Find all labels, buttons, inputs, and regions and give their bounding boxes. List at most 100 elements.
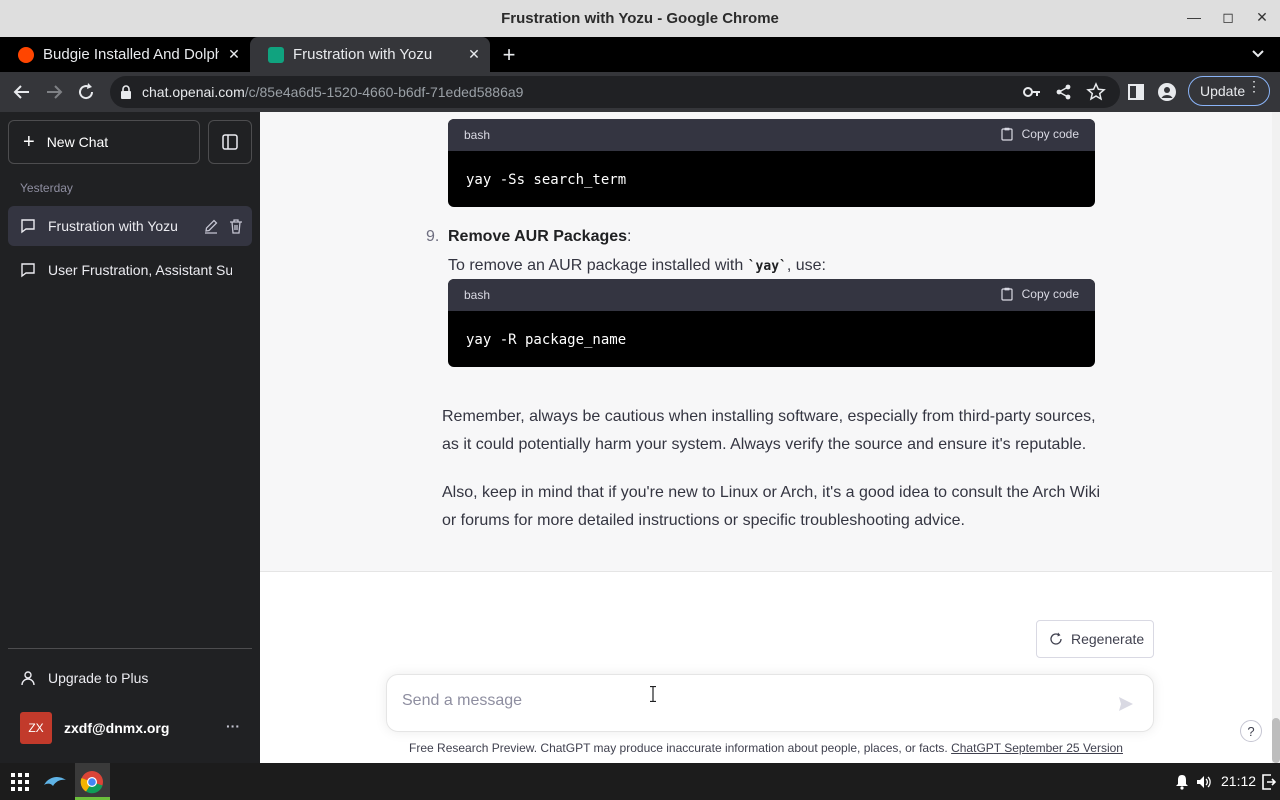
bookmark-star-icon[interactable] (1086, 82, 1106, 102)
assistant-message: bash Copy code yay -Ss search_term 9. Re… (260, 112, 1272, 572)
share-icon[interactable] (1054, 82, 1074, 102)
text-cursor-icon (650, 686, 656, 702)
logout-icon[interactable] (1262, 774, 1276, 790)
tab-search-icon[interactable] (1250, 45, 1266, 61)
tab-frustration[interactable]: Frustration with Yozu ✕ (250, 37, 490, 72)
chrome-icon[interactable] (78, 768, 106, 796)
toggle-sidebar-button[interactable] (208, 120, 252, 164)
delete-icon[interactable] (228, 218, 244, 234)
code-header: bash Copy code (448, 119, 1095, 151)
code-language: bash (464, 288, 491, 302)
list-item-title: Remove AUR Packages: (448, 228, 632, 246)
code-content: yay -R package_name (466, 332, 627, 348)
more-vert-icon[interactable]: ⋮ (1247, 79, 1261, 93)
profile-icon[interactable] (1157, 82, 1177, 102)
url-path: /c/85e4a6d5-1520-4660-b6df-71eded5886a9 (244, 84, 524, 100)
key-icon[interactable] (1022, 82, 1042, 102)
sidebar-toggle-icon (222, 134, 238, 150)
clock[interactable]: 21:12 (1221, 773, 1256, 789)
new-chat-button[interactable]: + New Chat (8, 120, 200, 164)
copy-code-label: Copy code (1021, 127, 1079, 141)
refresh-icon (1050, 632, 1062, 645)
reddit-icon (18, 46, 34, 63)
edit-icon[interactable] (203, 218, 219, 234)
inline-code: `yay` (747, 259, 787, 274)
user-email: zxdf@dnmx.org (64, 720, 170, 736)
message-input-box[interactable] (386, 674, 1154, 732)
code-block: bash Copy code yay -Ss search_term (448, 119, 1095, 207)
side-panel-icon[interactable] (1126, 82, 1146, 102)
back-icon[interactable] (10, 80, 34, 104)
list-number: 9. (426, 228, 440, 245)
openai-icon (268, 46, 284, 63)
reload-icon[interactable] (74, 80, 98, 104)
tab-label: Budgie Installed And Dolphin (43, 46, 219, 63)
address-bar[interactable]: chat.openai.com/c/85e4a6d5-1520-4660-b6d… (110, 76, 1120, 108)
list-text-after: , use: (786, 257, 826, 274)
clipboard-icon (1001, 127, 1013, 141)
notification-bell-icon[interactable] (1175, 774, 1189, 790)
message-paragraph: Remember, always be cautious when instal… (442, 408, 1096, 453)
sidebar: + New Chat Yesterday Frustration with Yo… (0, 112, 260, 763)
new-tab-icon[interactable]: + (498, 42, 520, 68)
update-label: Update (1200, 83, 1246, 99)
window-titlebar: Frustration with Yozu - Google Chrome — … (0, 0, 1280, 37)
scrollbar-thumb[interactable] (1272, 718, 1280, 763)
tab-strip: Budgie Installed And Dolphin ✕ Frustrati… (0, 37, 1280, 72)
list-item-title-suffix: : (627, 228, 632, 245)
close-tab-icon[interactable]: ✕ (467, 46, 481, 63)
chat-bubble-icon (21, 263, 35, 278)
lock-icon (121, 85, 131, 99)
section-label-yesterday: Yesterday (20, 181, 73, 195)
message-paragraph: Also, keep in mind that if you're new to… (442, 484, 1101, 529)
list-item-text: To remove an AUR package installed with … (448, 257, 826, 275)
list-item-title-text: Remove AUR Packages (448, 228, 628, 245)
avatar: ZX (20, 712, 52, 744)
list-text-before: To remove an AUR package installed with (448, 257, 748, 274)
chat-main: bash Copy code yay -Ss search_term 9. Re… (260, 112, 1280, 763)
update-button[interactable]: Update ⋮ (1188, 76, 1270, 106)
minimize-icon[interactable]: — (1184, 9, 1204, 25)
scrollbar-track[interactable] (1272, 112, 1280, 763)
copy-code-button[interactable]: Copy code (1000, 127, 1079, 141)
conversation-item-frustration[interactable]: Frustration with Yozu (8, 206, 252, 246)
code-block: bash Copy code yay -R package_name (448, 279, 1095, 367)
tab-budgie[interactable]: Budgie Installed And Dolphin ✕ (0, 37, 248, 72)
clipboard-icon (1001, 287, 1013, 301)
version-link[interactable]: ChatGPT September 25 Version (951, 741, 1123, 755)
code-language: bash (464, 128, 491, 142)
dolphin-file-manager-icon[interactable] (41, 768, 69, 796)
copy-code-label: Copy code (1021, 287, 1079, 301)
upgrade-button[interactable]: Upgrade to Plus (8, 658, 252, 698)
user-menu[interactable]: ZX zxdf@dnmx.org ··· (8, 708, 252, 748)
plus-icon: + (23, 131, 35, 153)
sidebar-divider (8, 648, 252, 649)
tab-label: Frustration with Yozu (293, 46, 433, 63)
help-button[interactable]: ? (1240, 720, 1262, 742)
browser-toolbar: chat.openai.com/c/85e4a6d5-1520-4660-b6d… (0, 72, 1280, 112)
close-tab-icon[interactable]: ✕ (227, 46, 241, 63)
forward-icon[interactable] (42, 80, 66, 104)
maximize-icon[interactable]: ◻ (1218, 9, 1238, 26)
url-host: chat.openai.com (142, 84, 245, 100)
regenerate-button[interactable]: Regenerate (1036, 620, 1154, 658)
message-input[interactable] (402, 692, 1102, 710)
footer-text: Free Research Preview. ChatGPT may produ… (409, 741, 952, 755)
more-horizontal-icon[interactable]: ··· (226, 718, 240, 734)
upgrade-label: Upgrade to Plus (48, 670, 149, 686)
window-title: Frustration with Yozu - Google Chrome (501, 10, 779, 27)
send-icon[interactable] (1117, 695, 1135, 713)
code-content: yay -Ss search_term (466, 172, 627, 188)
footer-disclaimer: Free Research Preview. ChatGPT may produ… (260, 741, 1272, 755)
copy-code-button[interactable]: Copy code (1000, 287, 1079, 301)
chat-bubble-icon (21, 219, 35, 234)
taskbar: 21:12 (0, 763, 1280, 800)
code-header: bash Copy code (448, 279, 1095, 311)
new-chat-label: New Chat (46, 134, 109, 150)
volume-icon[interactable] (1196, 774, 1212, 790)
regenerate-label: Regenerate (1071, 631, 1145, 647)
conversation-item-user-frustration[interactable]: User Frustration, Assistant Support (8, 250, 252, 290)
conversation-label: Frustration with Yozu (48, 218, 178, 234)
app-grid-icon[interactable] (6, 768, 34, 796)
close-window-icon[interactable]: ✕ (1252, 9, 1272, 26)
